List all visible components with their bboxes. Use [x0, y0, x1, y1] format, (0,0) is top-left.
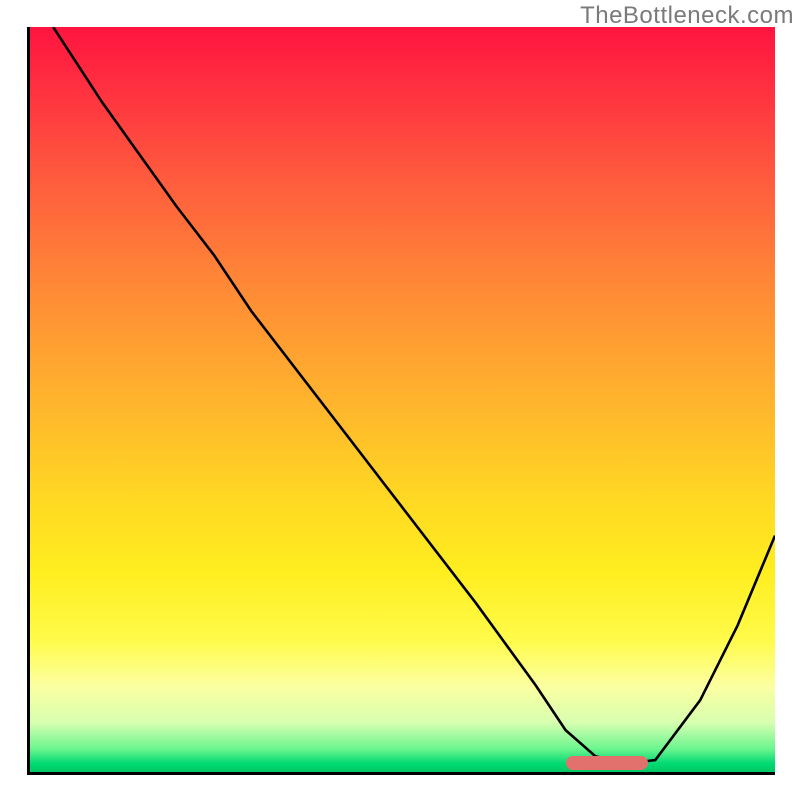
chart-frame: TheBottleneck.com [0, 0, 800, 800]
watermark-label: TheBottleneck.com [580, 2, 794, 30]
optimal-range-bar [566, 756, 648, 770]
plot-area [27, 27, 775, 775]
bottleneck-curve [53, 27, 775, 764]
curve-overlay [27, 27, 775, 775]
